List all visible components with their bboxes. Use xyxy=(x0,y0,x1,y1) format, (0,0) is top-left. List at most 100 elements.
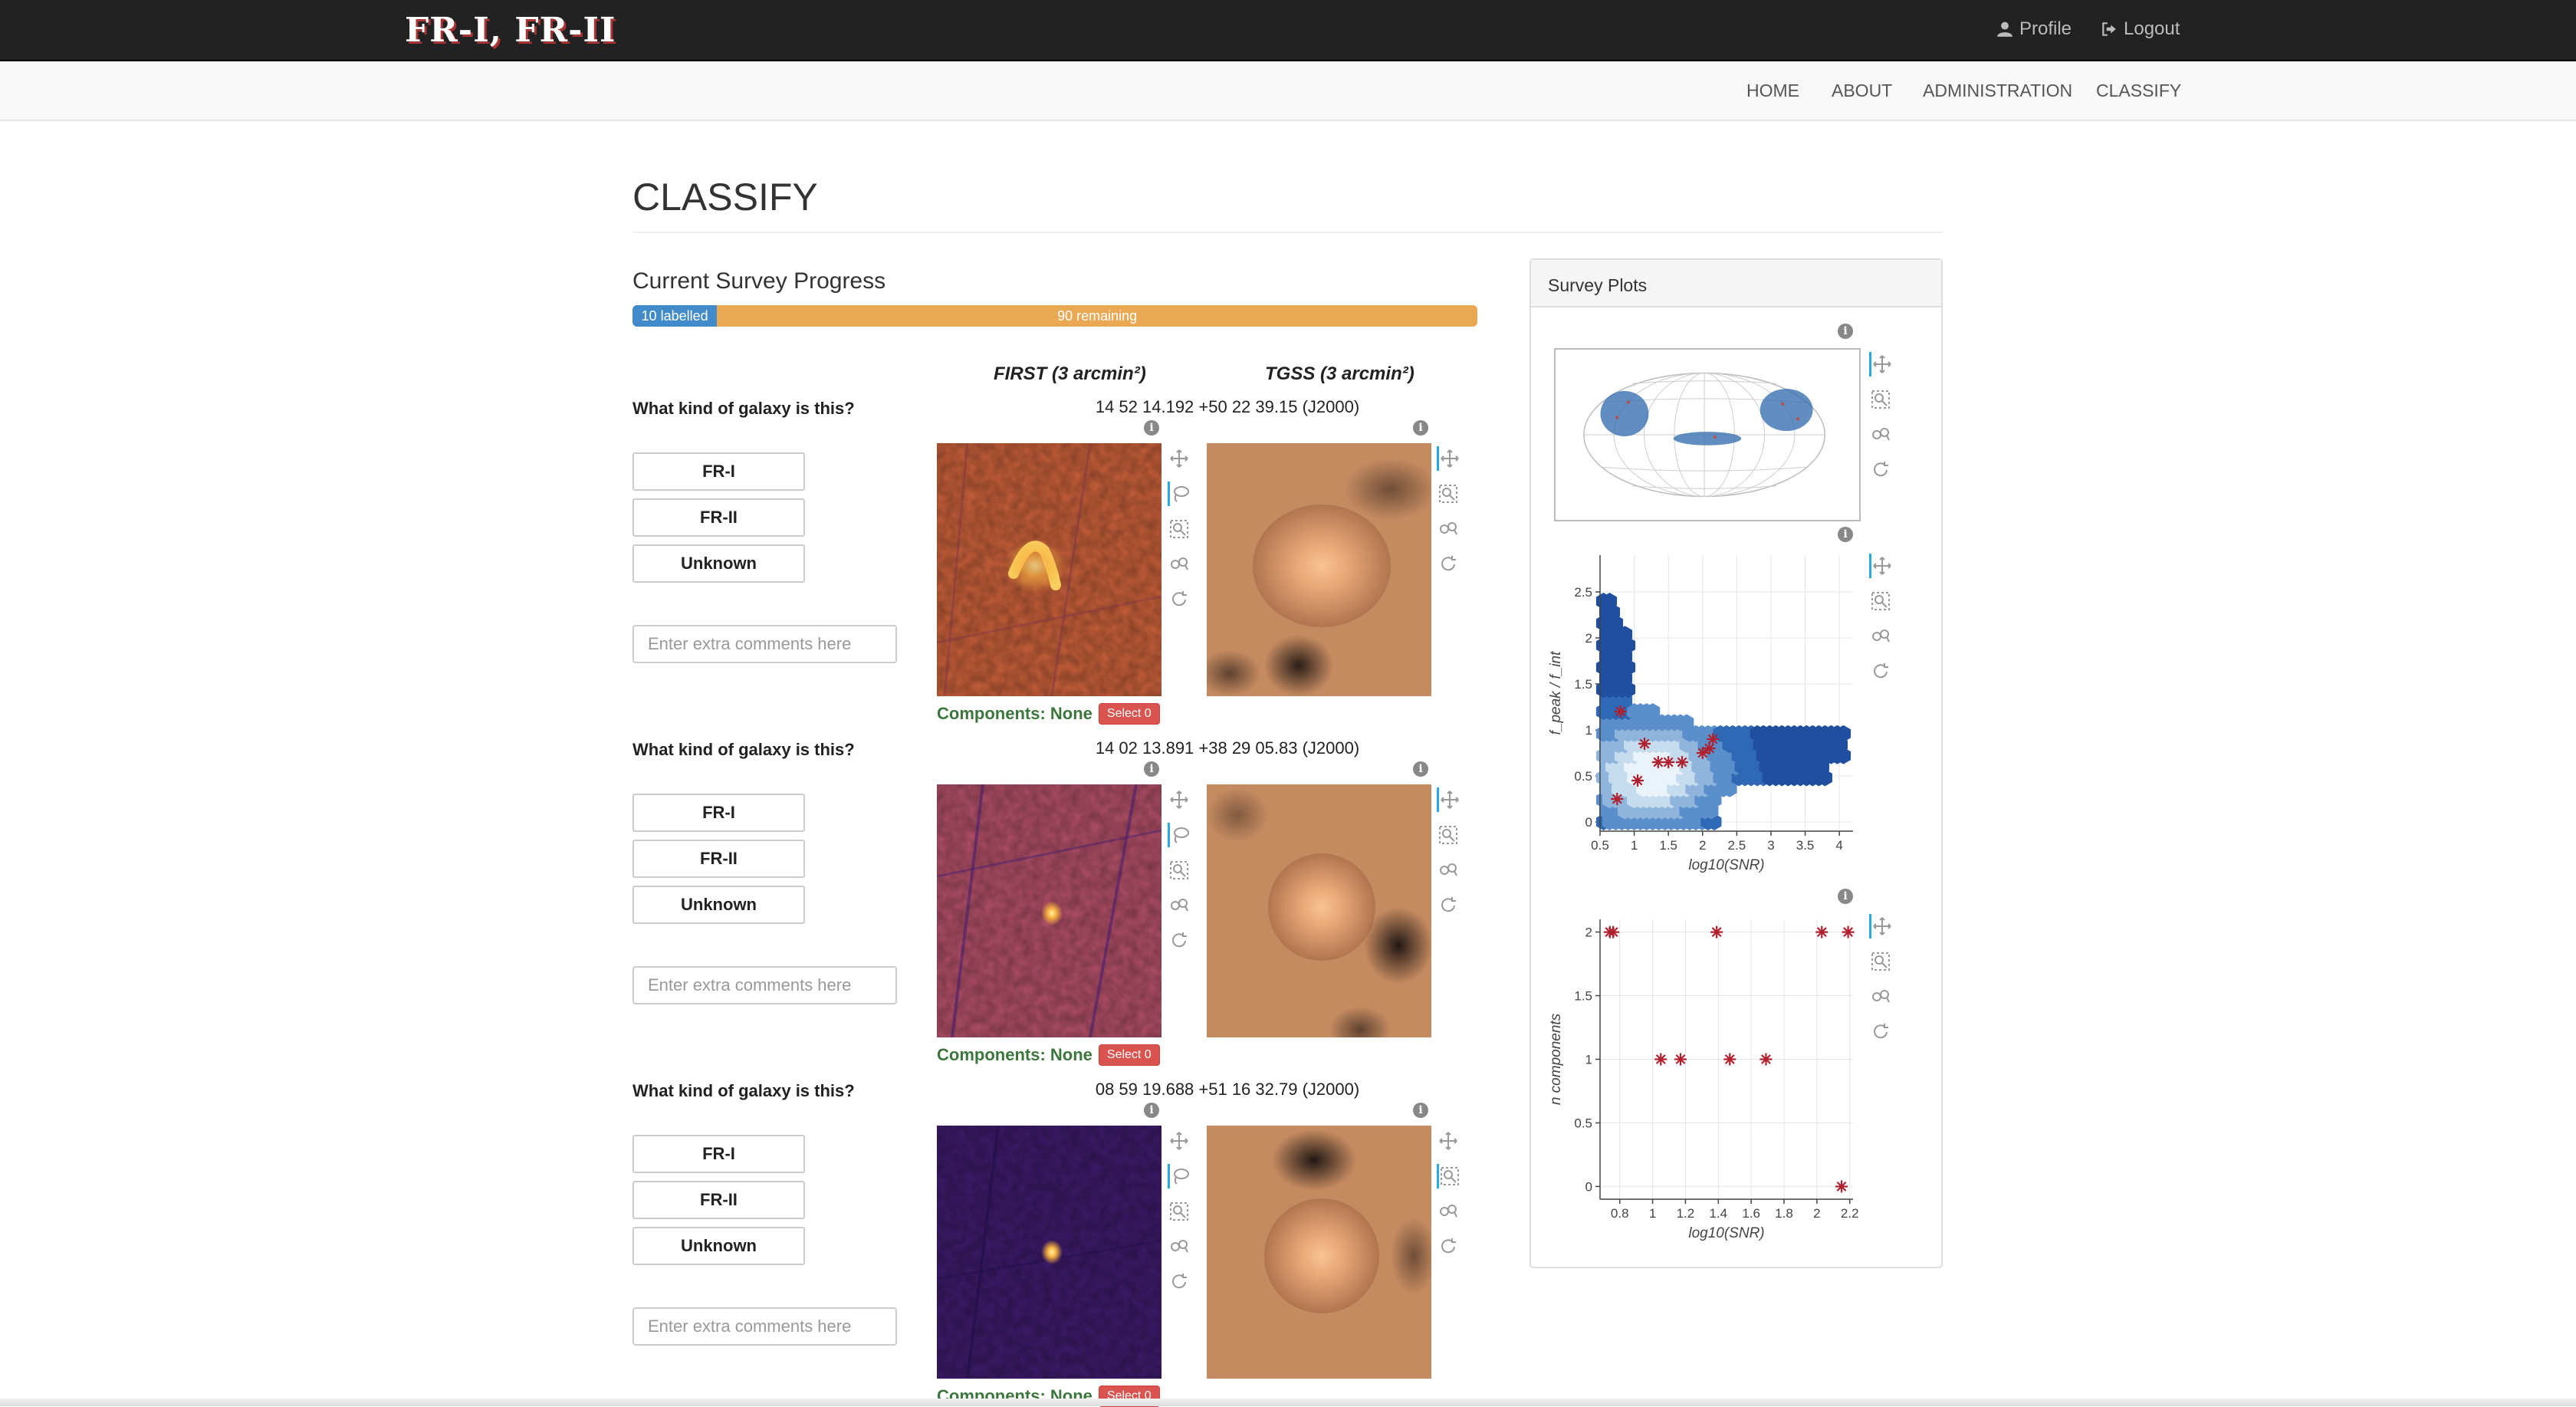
info-icon[interactable]: i xyxy=(1838,889,1853,904)
reset-icon[interactable] xyxy=(1869,659,1892,684)
zoom-icon[interactable] xyxy=(1869,589,1892,613)
comment-input[interactable] xyxy=(632,966,897,1004)
nav-about[interactable]: ABOUT xyxy=(1832,81,1892,101)
zoom-icon[interactable] xyxy=(1437,482,1460,506)
fr2-button[interactable]: FR-II xyxy=(632,498,805,537)
wheel-zoom-icon[interactable] xyxy=(1437,858,1460,883)
x-tick-label: 2.5 xyxy=(1728,838,1746,853)
pan-icon[interactable] xyxy=(1869,554,1892,578)
survey-plots-panel: Survey Plots i i 0.5 1 1.5 2 2.5 3 3.5 4… xyxy=(1530,258,1943,1268)
first-image-toolbar xyxy=(1167,446,1191,612)
zoom-icon[interactable] xyxy=(1869,387,1892,412)
lasso-icon[interactable] xyxy=(1168,482,1191,506)
wheel-zoom-icon[interactable] xyxy=(1168,893,1191,918)
reset-icon[interactable] xyxy=(1869,458,1892,482)
reset-icon[interactable] xyxy=(1869,1020,1892,1044)
info-icon[interactable]: i xyxy=(1838,324,1853,339)
brand-logo[interactable]: FR-I, FR-II xyxy=(405,11,616,50)
info-icon[interactable]: i xyxy=(1838,527,1853,542)
zoom-icon[interactable] xyxy=(1437,1164,1460,1188)
y-axis-label: n components xyxy=(1548,1013,1564,1105)
y-tick-label: 1.5 xyxy=(1574,989,1592,1004)
profile-link[interactable]: Profile xyxy=(1996,18,2072,40)
top-navbar: FR-I, FR-II Profile Logout xyxy=(0,0,2576,61)
nav-home[interactable]: HOME xyxy=(1746,81,1799,101)
hexbin-toolbar xyxy=(1868,554,1893,684)
x-tick-label: 1.2 xyxy=(1677,1206,1695,1221)
fr1-button[interactable]: FR-I xyxy=(632,794,805,832)
wheel-zoom-icon[interactable] xyxy=(1168,1234,1191,1259)
components-plot-toolbar xyxy=(1868,914,1893,1044)
zoom-icon[interactable] xyxy=(1869,949,1892,974)
main-nav: HOME ABOUT ADMINISTRATION CLASSIFY xyxy=(0,61,2576,121)
tgss-image[interactable] xyxy=(1207,1126,1431,1379)
wheel-zoom-icon[interactable] xyxy=(1869,624,1892,649)
tgss-image[interactable] xyxy=(1207,443,1431,696)
reset-icon[interactable] xyxy=(1168,587,1191,612)
data-point xyxy=(1662,756,1675,768)
reset-icon[interactable] xyxy=(1168,929,1191,953)
info-icon[interactable]: i xyxy=(1413,1103,1428,1118)
zoom-icon[interactable] xyxy=(1437,823,1460,847)
components-label: Components: None xyxy=(937,704,1092,723)
nav-classify[interactable]: CLASSIFY xyxy=(2096,81,2181,101)
comment-input[interactable] xyxy=(632,625,897,663)
title-divider xyxy=(632,232,1943,233)
lasso-icon[interactable] xyxy=(1168,1164,1191,1188)
logout-icon xyxy=(2102,22,2116,36)
unknown-button[interactable]: Unknown xyxy=(632,886,805,924)
first-image-toolbar xyxy=(1167,787,1191,953)
first-image[interactable] xyxy=(937,443,1162,696)
wheel-zoom-icon[interactable] xyxy=(1869,422,1892,447)
info-icon[interactable]: i xyxy=(1144,1103,1159,1118)
reset-icon[interactable] xyxy=(1168,1270,1191,1294)
fr2-button[interactable]: FR-II xyxy=(632,840,805,878)
wheel-zoom-icon[interactable] xyxy=(1437,1199,1460,1224)
info-icon[interactable]: i xyxy=(1413,761,1428,777)
pan-icon[interactable] xyxy=(1869,352,1892,376)
lasso-icon[interactable] xyxy=(1168,823,1191,847)
y-tick-label: 1.5 xyxy=(1574,677,1592,692)
comment-input[interactable] xyxy=(632,1307,897,1346)
nav-administration[interactable]: ADMINISTRATION xyxy=(1923,81,2072,101)
x-tick-label: 3.5 xyxy=(1796,838,1815,853)
y-tick-label: 0.5 xyxy=(1574,1116,1592,1130)
pan-icon[interactable] xyxy=(1168,1129,1191,1153)
select-components-button[interactable]: Select 0 xyxy=(1098,1044,1160,1066)
x-tick-label: 0.5 xyxy=(1591,838,1609,853)
data-point xyxy=(1703,742,1716,754)
reset-icon[interactable] xyxy=(1437,893,1460,918)
wheel-zoom-icon[interactable] xyxy=(1168,552,1191,577)
info-icon[interactable]: i xyxy=(1413,420,1428,436)
select-components-button[interactable]: Select 0 xyxy=(1098,703,1160,725)
sky-map-plot[interactable] xyxy=(1554,348,1861,521)
info-icon[interactable]: i xyxy=(1144,761,1159,777)
first-image[interactable] xyxy=(937,784,1162,1037)
pan-icon[interactable] xyxy=(1168,446,1191,471)
fr2-button[interactable]: FR-II xyxy=(632,1181,805,1219)
wheel-zoom-icon[interactable] xyxy=(1869,985,1892,1009)
wheel-zoom-icon[interactable] xyxy=(1437,517,1460,541)
zoom-icon[interactable] xyxy=(1168,517,1191,541)
snr-peak-ratio-plot[interactable]: 0.5 1 1.5 2 2.5 3 3.5 4 0 0.5 1 1.5 2 2.5 log10(SNR) f_… xyxy=(1546,544,1868,881)
logout-link[interactable]: Logout xyxy=(2101,18,2180,40)
info-icon[interactable]: i xyxy=(1144,420,1159,436)
pan-icon[interactable] xyxy=(1437,787,1460,812)
fr1-button[interactable]: FR-I xyxy=(632,452,805,491)
zoom-icon[interactable] xyxy=(1168,858,1191,883)
reset-icon[interactable] xyxy=(1437,552,1460,577)
x-tick-label: 1 xyxy=(1631,838,1638,853)
fr1-button[interactable]: FR-I xyxy=(632,1135,805,1173)
pan-icon[interactable] xyxy=(1168,787,1191,812)
zoom-icon[interactable] xyxy=(1168,1199,1191,1224)
galaxy-coordinates: 08 59 19.688 +51 16 32.79 (J2000) xyxy=(1095,1080,1360,1099)
tgss-image[interactable] xyxy=(1207,784,1431,1037)
pan-icon[interactable] xyxy=(1869,914,1892,939)
pan-icon[interactable] xyxy=(1437,446,1460,471)
first-image[interactable] xyxy=(937,1126,1162,1379)
snr-components-plot[interactable]: 0.8 1 1.2 1.4 1.6 1.8 2 2.2 0 0.5 1 1.5 2 log10(SNR) n… xyxy=(1546,904,1868,1257)
unknown-button[interactable]: Unknown xyxy=(632,1227,805,1265)
unknown-button[interactable]: Unknown xyxy=(632,544,805,583)
reset-icon[interactable] xyxy=(1437,1234,1460,1259)
pan-icon[interactable] xyxy=(1437,1129,1460,1153)
